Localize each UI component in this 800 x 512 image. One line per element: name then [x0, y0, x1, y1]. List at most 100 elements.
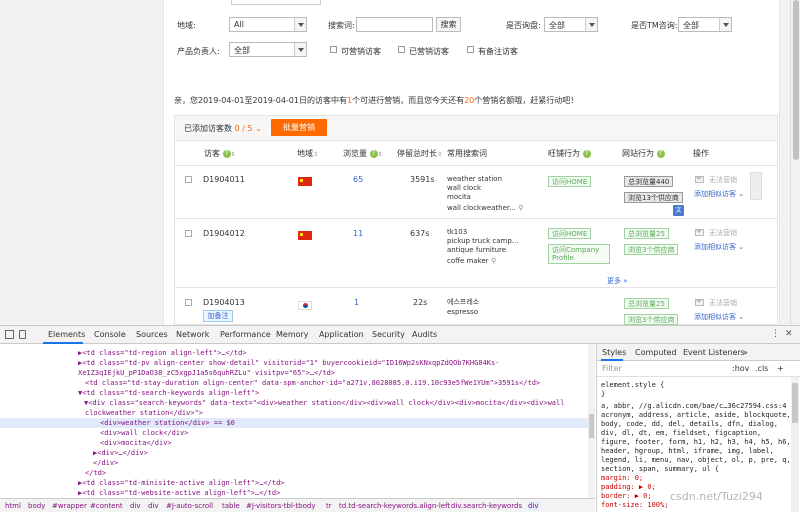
style-property[interactable]: font-size: 100%; — [601, 501, 668, 510]
tab-performance[interactable]: Performance — [220, 330, 271, 339]
more-link[interactable]: 更多 » — [607, 276, 628, 286]
tab-audits[interactable]: Audits — [412, 330, 437, 339]
close-icon[interactable]: ✕ — [785, 329, 793, 339]
col-duration[interactable]: 停留总时长⇕ — [397, 148, 442, 159]
more-options-icon[interactable]: ⋮ — [771, 329, 780, 339]
selected-dom-node[interactable]: <div>weather station</div> == $0 — [0, 418, 588, 428]
search-icon[interactable]: ⚲ — [491, 257, 496, 265]
tab-styles[interactable]: Styles — [602, 348, 626, 357]
breadcrumb-item[interactable]: div — [148, 502, 159, 510]
tab-event-listeners[interactable]: Event Listeners — [683, 348, 745, 357]
hov-toggle[interactable]: :hov — [732, 364, 749, 373]
dom-node[interactable]: ▼<td class="td-search-keywords align-lef… — [78, 388, 259, 398]
region-select[interactable]: All — [229, 17, 307, 32]
search-button[interactable]: 搜索 — [436, 17, 461, 32]
page-scrollbar-thumb[interactable] — [793, 0, 799, 160]
tm-select[interactable]: 全部 — [678, 17, 732, 32]
dom-node[interactable]: ▶<td class="td-region align-left">…</td> — [78, 348, 247, 358]
dom-node[interactable]: <td class="td-stay-duration align-center… — [85, 378, 540, 388]
help-icon[interactable]: ? — [222, 149, 231, 158]
breadcrumb-item[interactable]: #wrapper — [52, 502, 87, 510]
translate-icon[interactable]: 文 — [673, 205, 684, 216]
col-region[interactable]: 地域⇕ — [297, 148, 318, 159]
marketable-checkbox[interactable] — [330, 46, 337, 53]
add-similar-visitor-link[interactable]: 添加相似访客 ⌄ — [694, 242, 744, 252]
added-visitors[interactable]: 已添加访客数 0 / 5 ⌄ — [184, 123, 262, 134]
style-line[interactable]: element.style { — [601, 381, 664, 390]
breadcrumb-item-current[interactable]: div — [528, 502, 539, 510]
tab-memory[interactable]: Memory — [276, 330, 309, 339]
tab-elements[interactable]: Elements — [48, 330, 85, 339]
sort-icon[interactable]: ⇕ — [437, 151, 442, 158]
help-icon[interactable]: ? — [369, 149, 378, 158]
views-link[interactable]: 1 — [354, 298, 359, 307]
dom-node[interactable]: ▶<td class="td-pv align-center show-deta… — [78, 358, 499, 368]
page-scrollbar[interactable] — [790, 0, 800, 325]
cls-toggle[interactable]: .cls — [755, 364, 768, 373]
device-toolbar-icon[interactable] — [19, 330, 26, 339]
noted-checkbox[interactable] — [467, 46, 474, 53]
elements-tree[interactable]: ▶<td class="td-region align-left">…</td>… — [0, 344, 595, 498]
breadcrumb-item[interactable]: html — [5, 502, 21, 510]
elements-scrollbar[interactable] — [588, 344, 595, 498]
style-property[interactable]: margin: 0; — [601, 474, 643, 483]
search-icon[interactable]: ⚲ — [518, 204, 523, 212]
top-partial-input[interactable] — [231, 0, 321, 5]
breadcrumb-item[interactable]: #J-auto-scroll — [166, 502, 213, 510]
col-views[interactable]: 浏览量 ? ⇕ — [343, 148, 383, 159]
breadcrumb-item[interactable]: table — [222, 502, 240, 510]
dom-node[interactable]: </td> — [85, 468, 106, 478]
dom-node[interactable]: clockweather station</div>"> — [85, 408, 203, 418]
help-icon[interactable]: ? — [582, 149, 591, 158]
breadcrumb-item[interactable]: div.search-keywords — [451, 502, 522, 510]
help-icon[interactable]: ? — [656, 149, 665, 158]
inspect-element-icon[interactable] — [5, 330, 14, 339]
tab-computed[interactable]: Computed — [635, 348, 677, 357]
tab-console[interactable]: Console — [94, 330, 126, 339]
dom-node[interactable]: <div>wall clock</div> — [100, 428, 189, 438]
breadcrumb-item[interactable]: body — [28, 502, 45, 510]
tab-security[interactable]: Security — [372, 330, 405, 339]
add-similar-visitor-link[interactable]: 添加相似访客 ⌄ — [694, 189, 744, 199]
feedback-tab[interactable] — [750, 172, 762, 200]
dom-node[interactable]: <div>mocita</div> — [100, 438, 172, 448]
style-property[interactable]: border: ▶ 0; — [601, 492, 652, 501]
tab-application[interactable]: Application — [319, 330, 364, 339]
marketed-checkbox[interactable] — [398, 46, 405, 53]
owner-select[interactable]: 全部 — [229, 42, 307, 57]
dom-node[interactable]: ▼<div class="search-keywords" data-text=… — [84, 398, 564, 408]
views-link[interactable]: 65 — [353, 175, 363, 184]
tab-network[interactable]: Network — [176, 330, 209, 339]
breadcrumb-item[interactable]: #content — [90, 502, 123, 510]
inquiry-select[interactable]: 全部 — [544, 17, 598, 32]
dom-node[interactable]: ▶<div>…</div> — [93, 448, 148, 458]
add-similar-visitor-link[interactable]: 添加相似访客 ⌄ — [694, 312, 744, 322]
more-tabs-icon[interactable]: » — [743, 348, 748, 357]
style-rule-source[interactable]: a, abbr, //g.alicdn.com/bae/c…36c27594.c… — [601, 402, 786, 411]
views-link[interactable]: 11 — [353, 229, 363, 238]
elements-scrollbar-thumb[interactable] — [589, 414, 594, 438]
filter-input[interactable]: Filter — [602, 364, 622, 373]
dom-node[interactable]: ▶<td class="td-website-active align-left… — [78, 488, 280, 498]
search-input[interactable] — [356, 17, 433, 32]
dom-node[interactable]: Xe1Z3qIEjkU_pP1DaO38_zC5xgpJ1a5s6quhRZLu… — [78, 368, 335, 378]
breadcrumb-item[interactable]: div — [130, 502, 141, 510]
breadcrumb-item[interactable]: tr — [326, 502, 332, 510]
styles-scrollbar[interactable] — [791, 377, 799, 512]
sort-icon[interactable]: ⇕ — [313, 151, 318, 158]
dom-node[interactable]: </div> — [93, 458, 118, 468]
add-note-button[interactable]: 加备注 — [203, 310, 233, 322]
sort-icon[interactable]: ⇕ — [231, 151, 236, 158]
add-rule-button[interactable]: + — [777, 364, 784, 373]
breadcrumb-item[interactable]: #J-visitors-tbl-tbody — [246, 502, 316, 510]
batch-marketing-button[interactable]: 批量营销 — [271, 119, 327, 136]
row-checkbox[interactable] — [185, 176, 192, 183]
sort-icon[interactable]: ⇕ — [378, 151, 383, 158]
dom-node[interactable]: ▶<td class="td-minisite-active align-lef… — [78, 478, 285, 488]
style-property[interactable]: padding: ▶ 0; — [601, 483, 656, 492]
tab-sources[interactable]: Sources — [136, 330, 168, 339]
row-checkbox[interactable] — [185, 299, 192, 306]
col-visitor[interactable]: 访客 ? ⇕ — [204, 148, 236, 159]
row-checkbox[interactable] — [185, 230, 192, 237]
styles-scrollbar-thumb[interactable] — [792, 383, 798, 423]
